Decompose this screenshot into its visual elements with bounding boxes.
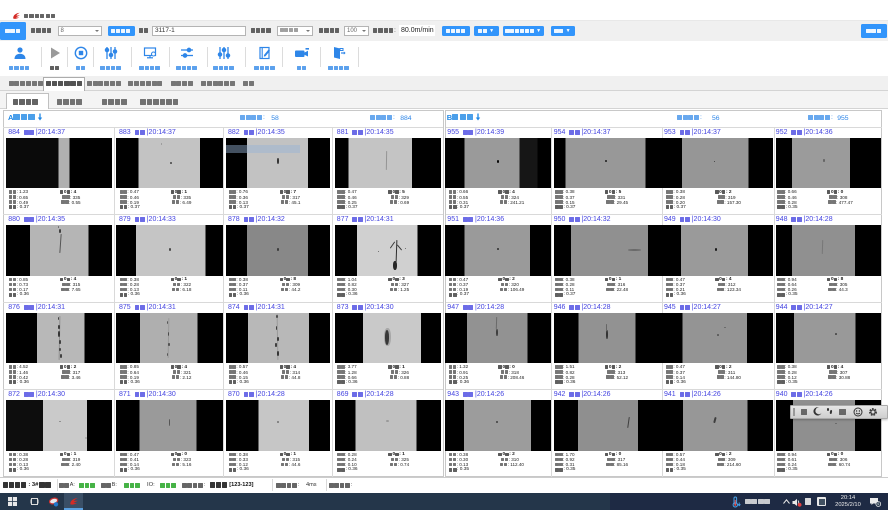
- svg-text:6: 6: [877, 502, 879, 506]
